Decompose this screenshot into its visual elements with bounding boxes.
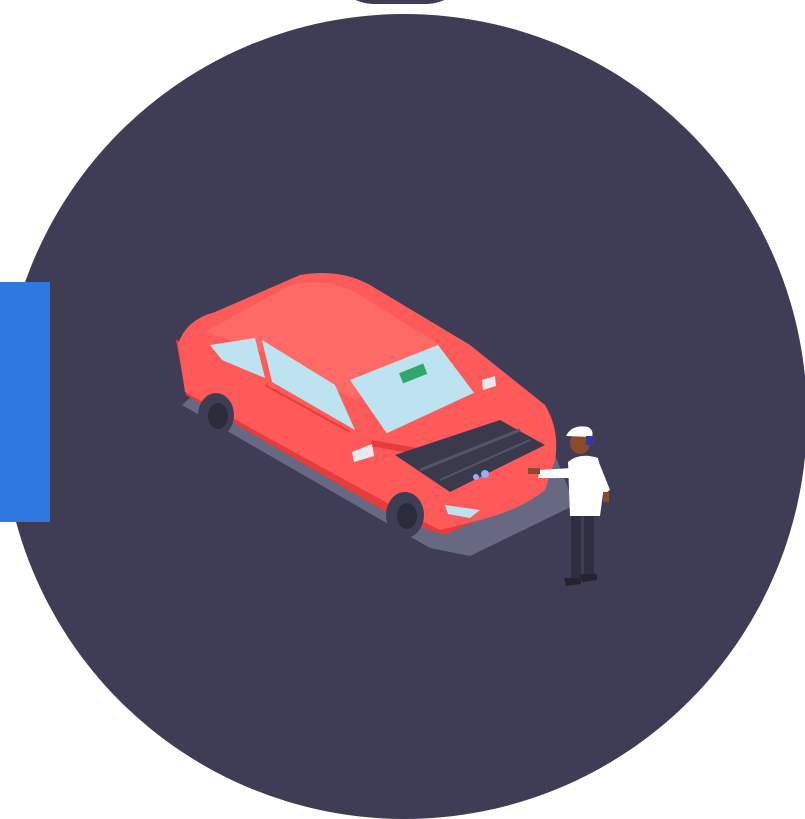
car-icon xyxy=(176,272,557,538)
car-repair-illustration xyxy=(176,272,610,586)
mechanic-cap xyxy=(566,426,593,437)
mechanic-leg-left xyxy=(571,512,581,578)
illustration-stage xyxy=(0,0,805,819)
mechanic-leg-right xyxy=(584,512,594,576)
